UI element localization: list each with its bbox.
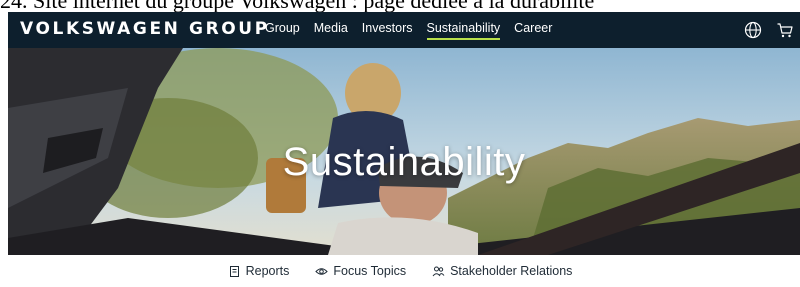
nav-item-investors[interactable]: Investors [362, 21, 413, 40]
report-icon [229, 265, 239, 277]
subnav-focus-topics-label: Focus Topics [333, 264, 407, 278]
globe-icon[interactable] [744, 21, 762, 39]
caption-text: 24. Site internet du groupe Volkswagen :… [0, 0, 594, 12]
nav-item-group[interactable]: Group [265, 21, 300, 40]
hero-banner: Sustainability [8, 48, 800, 255]
nav-item-career[interactable]: Career [514, 21, 552, 40]
sub-navigation: Reports Focus Topics Stakeholder Relatio… [0, 255, 800, 287]
main-nav: Group Media Investors Sustainability Car… [265, 21, 566, 40]
subnav-stakeholder-relations-label: Stakeholder Relations [450, 264, 573, 278]
nav-item-sustainability[interactable]: Sustainability [426, 21, 500, 40]
subnav-focus-topics[interactable]: Focus Topics [315, 264, 406, 278]
nav-item-media[interactable]: Media [314, 21, 348, 40]
subnav-reports-label: Reports [245, 264, 290, 278]
page-caption: 24. Site internet du groupe Volkswagen :… [0, 0, 800, 12]
subnav-reports[interactable]: Reports [228, 264, 290, 278]
top-navbar: VOLKSWAGEN GROUP Group Media Investors S… [8, 12, 800, 48]
hero-title: Sustainability [282, 140, 526, 184]
subnav-stakeholder-relations[interactable]: Stakeholder Relations [432, 264, 572, 278]
eye-icon [315, 267, 329, 275]
brand-logo[interactable]: VOLKSWAGEN GROUP [20, 19, 270, 39]
people-icon [432, 266, 445, 276]
cart-icon[interactable] [776, 21, 794, 39]
